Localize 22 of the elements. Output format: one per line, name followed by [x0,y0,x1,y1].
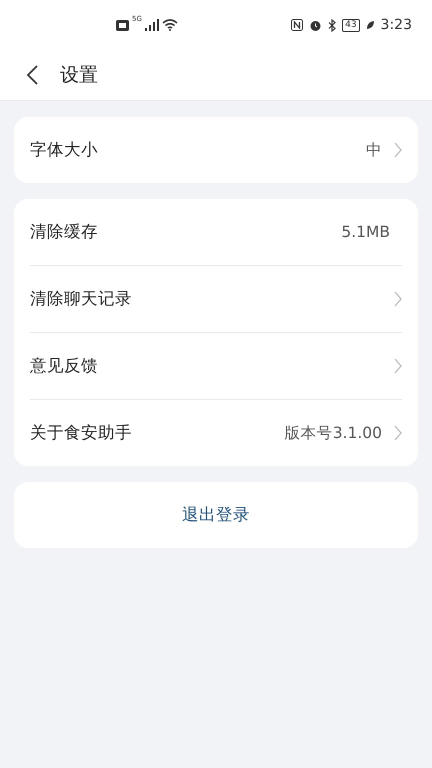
nfc-icon [291,19,304,31]
wifi-icon [162,19,178,31]
setting-label: 清除聊天记录 [30,288,133,310]
setting-label: 字体大小 [30,139,99,161]
settings-row[interactable]: 意见反馈 [30,332,402,399]
signal-icon [144,19,159,31]
logout-button[interactable]: 退出登录 [14,482,418,548]
setting-label: 关于食安助手 [30,422,133,444]
setting-label: 清除缓存 [30,221,99,243]
bluetooth-icon [328,18,336,32]
settings-row[interactable]: 清除聊天记录 [30,265,402,332]
setting-value: 版本号3.1.00 [284,422,382,444]
settings-row[interactable]: 清除缓存 5.1MB [30,199,402,265]
setting-value: 5.1MB [341,223,390,241]
setting-value: 中 [366,140,382,160]
page-title: 设置 [60,63,98,88]
setting-label: 意见反馈 [30,355,99,377]
leaf-icon [366,20,375,30]
clock-time: 3:23 [380,17,412,33]
settings-row[interactable]: 关于食安助手 版本号3.1.00 [30,399,402,466]
back-icon[interactable] [26,65,38,85]
battery-icon: 43 [342,18,360,32]
